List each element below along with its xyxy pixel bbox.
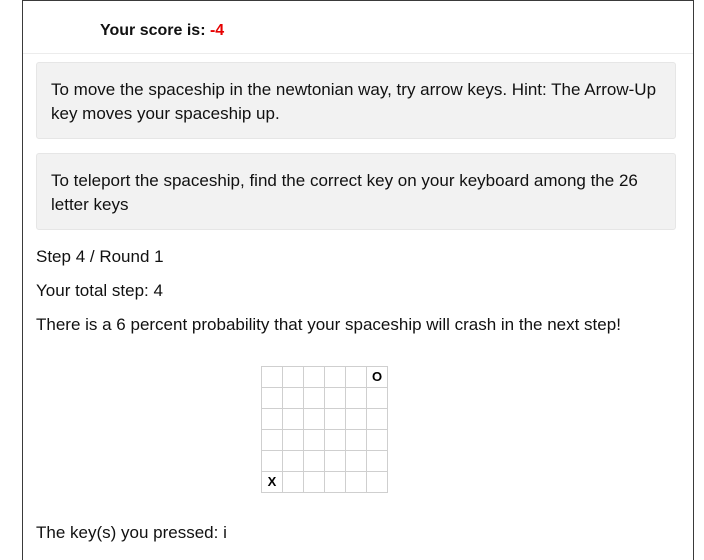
board-cell (367, 472, 388, 493)
board-cell (283, 472, 304, 493)
game-board: OX (261, 366, 388, 493)
board-cell (262, 388, 283, 409)
board-cell (325, 409, 346, 430)
board-cell (367, 409, 388, 430)
board-cell (262, 430, 283, 451)
score-bar: Your score is: -4 (23, 1, 693, 54)
board-cell (367, 451, 388, 472)
board-cell (304, 451, 325, 472)
crash-probability-text: There is a 6 percent probability that yo… (36, 315, 621, 334)
board-cell (346, 409, 367, 430)
keys-pressed-text: The key(s) you pressed: i (36, 523, 227, 542)
board-cell (367, 388, 388, 409)
board-cell (367, 430, 388, 451)
score-label: Your score is: (100, 22, 206, 39)
board-cell (262, 409, 283, 430)
game-panel: Your score is: -4 To move the spaceship … (22, 0, 694, 560)
hint-teleport: To teleport the spaceship, find the corr… (36, 153, 676, 230)
score-value: -4 (209, 22, 225, 39)
step-round-text: Step 4 / Round 1 (36, 247, 164, 266)
board-cell (304, 430, 325, 451)
board-cell (262, 367, 283, 388)
board-cell (325, 451, 346, 472)
board-cell (325, 367, 346, 388)
board-cell (346, 451, 367, 472)
board-cell (346, 472, 367, 493)
board-cell (304, 409, 325, 430)
board-cell (283, 451, 304, 472)
board-cell (304, 388, 325, 409)
board-cell (283, 409, 304, 430)
board-cell (346, 388, 367, 409)
board-cell (325, 388, 346, 409)
total-step-text: Your total step: 4 (36, 281, 163, 300)
target-marker: O (367, 367, 388, 388)
spaceship-marker: X (262, 472, 283, 493)
hint-arrow-keys: To move the spaceship in the newtonian w… (36, 62, 676, 139)
board-cell (283, 367, 304, 388)
board-cell (304, 472, 325, 493)
board-cell (262, 451, 283, 472)
board-cell (346, 367, 367, 388)
board-cell (346, 430, 367, 451)
board-cell (283, 388, 304, 409)
board-cell (325, 430, 346, 451)
board-cell (325, 472, 346, 493)
board-cell (304, 367, 325, 388)
board-cell (283, 430, 304, 451)
